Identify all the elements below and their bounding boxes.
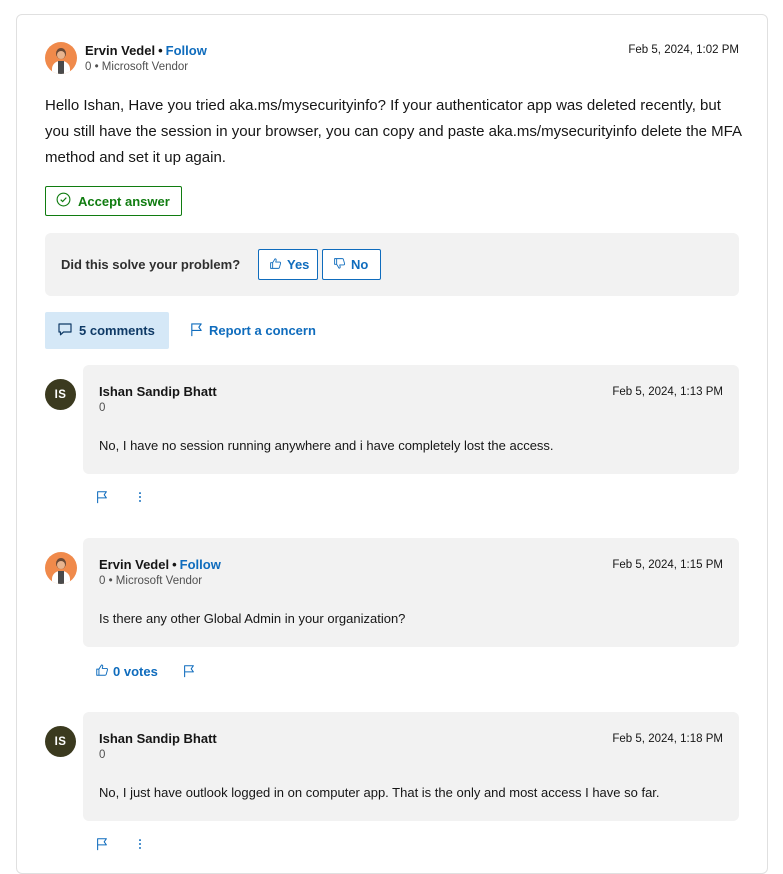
thumbs-up-icon [269,257,282,273]
flag-icon [189,322,204,340]
comment-author-meta: 0 [99,749,106,761]
comment-actions [95,834,147,854]
comment-author[interactable]: Ishan Sandip Bhatt [99,384,217,399]
thumbs-up-icon [95,663,109,680]
follow-link[interactable]: Follow [166,43,207,58]
comment-text: No, I have no session running anywhere a… [99,438,554,453]
avatar[interactable] [45,42,77,74]
answer-date: Feb 5, 2024, 1:02 PM [628,44,739,56]
comment-text: Is there any other Global Admin in your … [99,611,406,626]
yes-button[interactable]: Yes [258,249,318,280]
comment-bubble: Ishan Sandip Bhatt 0 Feb 5, 2024, 1:13 P… [83,365,739,474]
comment-actions [95,487,147,507]
votes-label: 0 votes [113,663,158,679]
comment-bubble: Ishan Sandip Bhatt 0 Feb 5, 2024, 1:18 P… [83,712,739,821]
no-label: No [351,257,369,272]
comment-actions: 0 votes [95,661,196,681]
comment-author-meta: 0 [99,402,106,414]
vote-button[interactable]: 0 votes [95,663,158,680]
separator: • [158,43,163,58]
avatar[interactable]: IS [45,379,76,410]
author-name: Ervin Vedel • Follow [85,43,207,58]
avatar[interactable]: IS [45,726,76,757]
comment-icon [57,321,73,340]
feedback-panel: Did this solve your problem? Yes No [45,233,739,296]
comment-author-meta: 0 • Microsoft Vendor [99,575,203,587]
check-circle-icon [56,192,71,210]
feedback-question: Did this solve your problem? [61,257,241,272]
comment-date: Feb 5, 2024, 1:15 PM [612,559,723,571]
more-vertical-icon[interactable] [133,837,147,851]
report-concern-label: Report a concern [209,323,316,338]
follow-link[interactable]: Follow [180,557,221,572]
author-link[interactable]: Ervin Vedel [85,43,155,58]
no-button[interactable]: No [322,249,381,280]
report-concern-link[interactable]: Report a concern [189,312,316,349]
comment-date: Feb 5, 2024, 1:18 PM [612,733,723,745]
flag-icon[interactable] [182,664,196,678]
comment-date: Feb 5, 2024, 1:13 PM [612,386,723,398]
accept-answer-button[interactable]: Accept answer [45,186,182,216]
comment-author-link[interactable]: Ervin Vedel [99,557,169,572]
yes-label: Yes [287,257,310,272]
thumbs-down-icon [333,257,346,273]
separator: • [172,557,177,572]
accept-answer-label: Accept answer [78,193,170,209]
flag-icon[interactable] [95,837,109,851]
comment-author[interactable]: Ishan Sandip Bhatt [99,731,217,746]
answer-body: Hello Ishan, Have you tried aka.ms/mysec… [45,97,742,166]
comment-author: Ervin Vedel • Follow [99,557,221,572]
avatar[interactable] [45,552,77,584]
flag-icon[interactable] [95,490,109,504]
comment-bubble: Ervin Vedel • Follow 0 • Microsoft Vendor … [83,538,739,647]
comments-button[interactable]: 5 comments [45,312,169,349]
more-vertical-icon[interactable] [133,490,147,504]
answer-card: Ervin Vedel • Follow 0 • Microsoft Vendor … [16,14,768,874]
comments-label: 5 comments [79,323,155,338]
author-meta: 0 • Microsoft Vendor [85,61,189,73]
comment-text: No, I just have outlook logged in on com… [99,785,660,800]
